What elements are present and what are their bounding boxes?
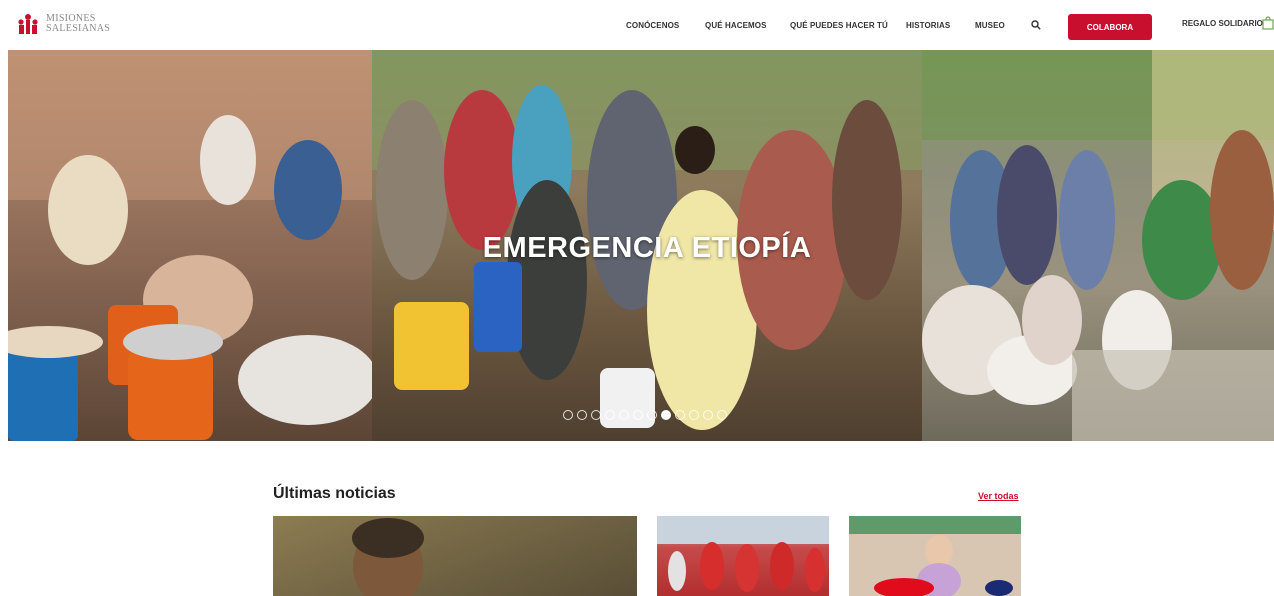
slider-dot-4[interactable] <box>605 410 615 420</box>
slider-dot-5[interactable] <box>619 410 629 420</box>
nav-museo[interactable]: MUSEO <box>975 21 1005 30</box>
hero-photo-right-art <box>922 50 1274 441</box>
slider-dot-8-active[interactable] <box>661 410 671 420</box>
news-card-1[interactable] <box>273 516 637 596</box>
logo-mark-icon <box>18 14 38 34</box>
news-card-1-image <box>273 516 637 596</box>
hero-title[interactable]: EMERGENCIA ETIOPÍA <box>372 232 922 265</box>
news-section-title: Últimas noticias <box>273 485 396 502</box>
hero-slider[interactable]: EMERGENCIA ETIOPÍA <box>8 50 1274 441</box>
slider-dot-11[interactable] <box>703 410 713 420</box>
news-card-3[interactable] <box>849 516 1021 596</box>
hero-photo-right <box>922 50 1274 441</box>
hero-photo-left <box>8 50 372 441</box>
nav-historias[interactable]: HISTORIAS <box>906 21 950 30</box>
site-header: MISIONES SALESIANAS CONÓCENOS QUÉ HACEMO… <box>0 0 1274 50</box>
slider-dot-3[interactable] <box>591 410 601 420</box>
slider-dot-12[interactable] <box>717 410 727 420</box>
colabora-button[interactable]: COLABORA <box>1068 14 1152 40</box>
news-card-3-image <box>849 516 1021 596</box>
regalo-solidario-link[interactable]: REGALO SOLIDARIO <box>1182 19 1263 28</box>
slider-dots <box>563 410 727 420</box>
logo-line-2: SALESIANAS <box>46 23 111 34</box>
news-card-2[interactable] <box>657 516 829 596</box>
news-card-2-image <box>657 516 829 592</box>
slider-dot-6[interactable] <box>633 410 643 420</box>
logo-text: MISIONES SALESIANAS <box>46 14 110 34</box>
nav-que-hacemos[interactable]: QUÉ HACEMOS <box>705 21 767 30</box>
slider-dot-10[interactable] <box>689 410 699 420</box>
search-icon[interactable] <box>1031 20 1041 30</box>
slider-dot-1[interactable] <box>563 410 573 420</box>
nav-conocenos[interactable]: CONÓCENOS <box>626 21 679 30</box>
hero-photo-left-art <box>8 50 372 441</box>
nav-que-puedes-hacer-tu[interactable]: QUÉ PUEDES HACER TÚ <box>790 21 888 30</box>
slider-dot-9[interactable] <box>675 410 685 420</box>
gift-bag-icon[interactable] <box>1262 16 1274 30</box>
slider-dot-2[interactable] <box>577 410 587 420</box>
see-all-news-link[interactable]: Ver todas <box>978 491 1019 501</box>
slider-dot-7[interactable] <box>647 410 657 420</box>
logo[interactable]: MISIONES SALESIANAS <box>16 12 110 36</box>
